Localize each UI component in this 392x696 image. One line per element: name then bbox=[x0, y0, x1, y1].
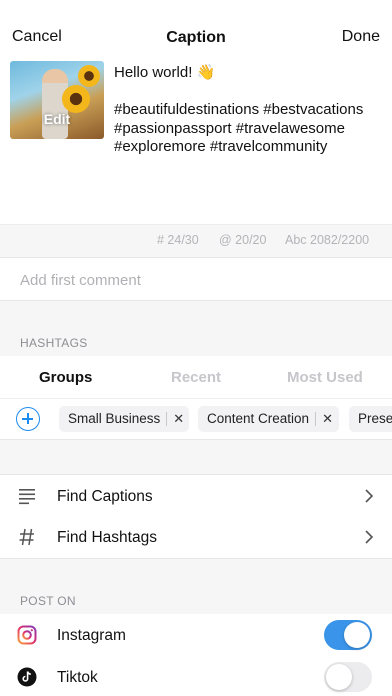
find-hashtags-row[interactable]: Find Hashtags bbox=[0, 516, 392, 559]
instagram-toggle[interactable] bbox=[324, 620, 372, 650]
chip-label: Content Creation bbox=[207, 411, 310, 426]
hashtag-tabs: Groups Recent Most Used bbox=[0, 356, 392, 398]
chevron-right-icon bbox=[365, 530, 374, 544]
chip-label: Prese bbox=[358, 411, 392, 426]
instagram-label: Instagram bbox=[57, 627, 126, 644]
hashtag-group-chip[interactable]: Prese bbox=[349, 406, 392, 432]
page-title: Caption bbox=[166, 29, 226, 46]
chip-divider bbox=[315, 412, 317, 427]
toggle-knob bbox=[326, 664, 352, 690]
hashtag-group-chip[interactable]: Content Creation ✕ bbox=[198, 406, 339, 432]
tab-groups[interactable]: Groups bbox=[39, 369, 92, 386]
post-thumbnail[interactable]: Edit bbox=[10, 61, 104, 139]
tab-most-used[interactable]: Most Used bbox=[287, 369, 363, 386]
find-captions-label: Find Captions bbox=[57, 488, 153, 505]
find-captions-row[interactable]: Find Captions bbox=[0, 474, 392, 517]
done-button[interactable]: Done bbox=[342, 28, 380, 46]
tab-recent[interactable]: Recent bbox=[171, 369, 221, 386]
chevron-right-icon bbox=[365, 489, 374, 503]
toggle-knob bbox=[344, 622, 370, 648]
character-count: Abc 2082/2200 bbox=[285, 233, 370, 247]
thumbnail-sunflower-shape bbox=[62, 85, 90, 113]
add-hashtag-group-icon[interactable] bbox=[16, 407, 40, 431]
caption-text-area[interactable]: Hello world! 👋 #beautifuldestinations #b… bbox=[114, 64, 386, 157]
tiktok-toggle[interactable] bbox=[324, 662, 372, 692]
chip-label: Small Business bbox=[68, 411, 161, 426]
thumbnail-sunflower-shape bbox=[78, 65, 100, 87]
hashtag-icon bbox=[19, 528, 34, 546]
hashtags-section-label: HASHTAGS bbox=[20, 336, 88, 350]
tiktok-label: Tiktok bbox=[57, 669, 98, 686]
hashtag-groups-row: Small Business ✕ Content Creation ✕ Prese bbox=[0, 398, 392, 440]
hashtag-group-chip[interactable]: Small Business ✕ bbox=[59, 406, 189, 432]
hashtag-count: # 24/30 bbox=[157, 233, 199, 247]
caption-counters-bar: # 24/30 @ 20/20 Abc 2082/2200 bbox=[0, 224, 392, 258]
text-lines-icon bbox=[19, 489, 35, 505]
chip-divider bbox=[166, 412, 168, 427]
section-spacer bbox=[0, 440, 392, 474]
first-comment-row bbox=[0, 258, 392, 301]
find-hashtags-label: Find Hashtags bbox=[57, 529, 157, 546]
post-on-section-label: POST ON bbox=[20, 594, 76, 608]
remove-chip-icon[interactable]: ✕ bbox=[322, 406, 333, 432]
tiktok-icon bbox=[17, 667, 37, 687]
instagram-icon bbox=[17, 625, 37, 645]
platform-row-tiktok: Tiktok bbox=[0, 656, 392, 696]
thumbnail-edit-label[interactable]: Edit bbox=[10, 111, 104, 127]
platform-row-instagram: Instagram bbox=[0, 614, 392, 657]
first-comment-input[interactable] bbox=[20, 270, 380, 290]
mention-count: @ 20/20 bbox=[219, 233, 267, 247]
remove-chip-icon[interactable]: ✕ bbox=[173, 406, 184, 432]
nav-bar: Cancel Caption Done bbox=[0, 0, 392, 60]
